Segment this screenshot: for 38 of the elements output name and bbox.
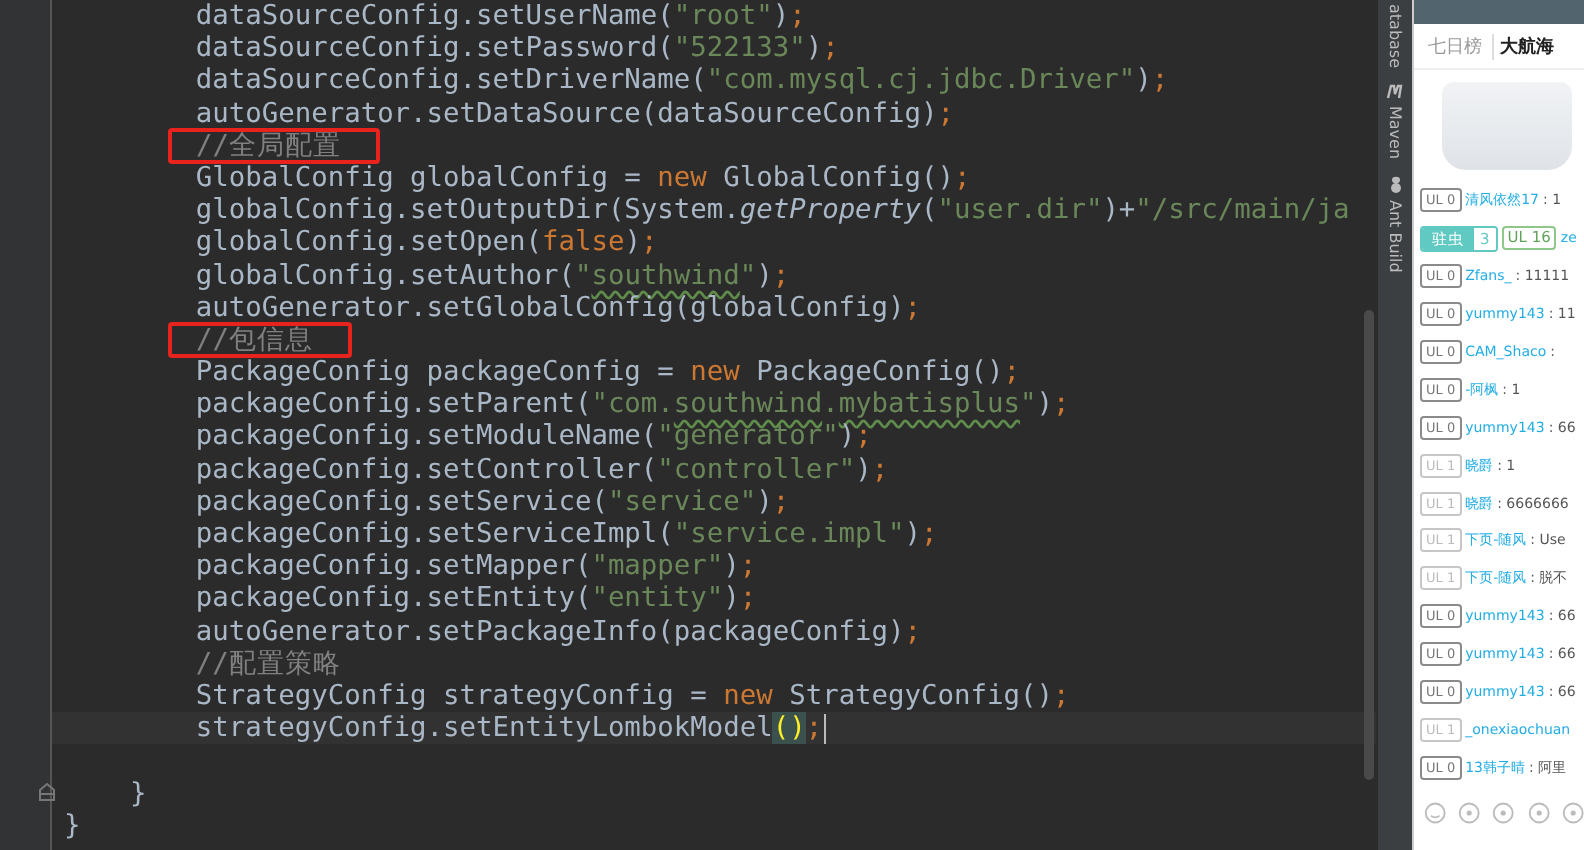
code-line: }	[64, 809, 81, 842]
tab[interactable]: 七日榜	[1422, 33, 1488, 59]
scrollbar[interactable]	[1364, 310, 1374, 780]
code-line: packageConfig.setEntity("entity");	[193, 582, 757, 616]
code-line: autoGenerator.setGlobalConfig(globalConfig);	[193, 291, 922, 324]
tool-window-button[interactable]: Ant Build	[1386, 175, 1404, 272]
code-line: globalConfig.setOutputDir(System.getProperty("user.dir")+"/src/main/ja	[193, 194, 1350, 227]
code-line: StrategyConfig strategyConfig = new StrategyConfig();	[193, 679, 1070, 713]
code-line: strategyConfig.setEntityLombokModel();	[193, 712, 823, 745]
text-cursor	[824, 713, 827, 744]
code-line: autoGenerator.setDataSource(dataSourceConfig);	[193, 97, 955, 130]
code-line: autoGenerator.setPackageInfo(packageConfig);	[193, 615, 922, 648]
code-line: dataSourceConfig.setPassword("522133");	[193, 32, 839, 65]
code-comment: //配置策略	[193, 647, 341, 680]
code-line: GlobalConfig globalConfig = new GlobalConfig();	[193, 161, 971, 195]
tool-window-button[interactable]: Maven	[1385, 84, 1405, 160]
emoji-icon[interactable]	[1424, 800, 1447, 827]
code-line: globalConfig.setAuthor("southwind");	[193, 259, 790, 292]
code-line: packageConfig.setParent("com.southwind.mybatisplus");	[193, 388, 1070, 421]
boxed-comment: //全局配置	[168, 127, 381, 164]
fold-icon[interactable]	[38, 781, 56, 801]
ant-icon	[1387, 175, 1403, 194]
code-line: PackageConfig packageConfig = new PackageConfig();	[193, 356, 1020, 389]
boxed-comment: //包信息	[168, 321, 353, 358]
code-line: dataSourceConfig.setUserName("root");	[193, 0, 806, 33]
code-line: globalConfig.setOpen(false);	[193, 226, 658, 260]
m-letter-icon	[1385, 84, 1405, 101]
code-line: }	[127, 777, 147, 810]
tab[interactable]: 大航海	[1492, 33, 1560, 59]
code-line: packageConfig.setMapper("mapper");	[193, 550, 757, 583]
code-line: packageConfig.setServiceImpl("service.impl");	[193, 518, 938, 551]
banner-picture	[1442, 82, 1572, 170]
code-line: dataSourceConfig.setDriverName("com.mysql.cj.jdbc.Driver");	[193, 64, 1169, 98]
code-line: packageConfig.setController("controller");	[193, 453, 889, 486]
code-editor[interactable]	[0, 0, 1376, 850]
code-line: packageConfig.setService("service");	[193, 485, 790, 519]
code-line: packageConfig.setModuleName("generator");	[193, 420, 872, 454]
tool-window-button[interactable]: atabase	[1386, 4, 1404, 69]
